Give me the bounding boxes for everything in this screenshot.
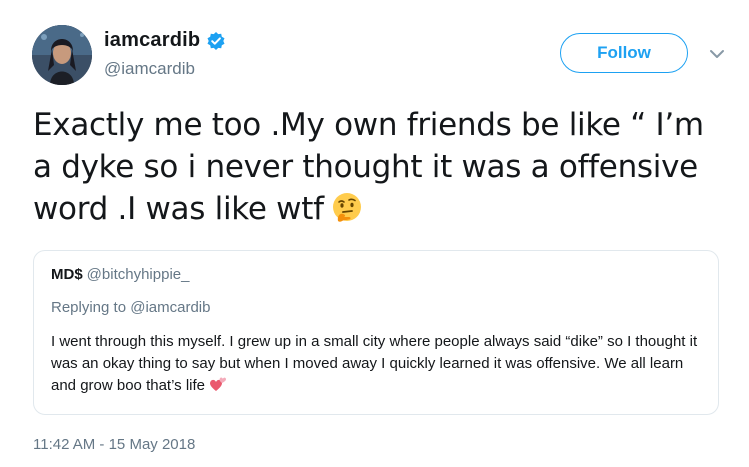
replying-to-prefix: Replying to [51, 299, 131, 316]
follow-button[interactable]: Follow [560, 33, 688, 73]
quoted-author-name: MD$ [51, 266, 83, 283]
quoted-tweet-header: MD$ @bitchyhippie_ [51, 266, 189, 283]
verified-badge-icon [206, 31, 226, 51]
quoted-tweet[interactable]: MD$ @bitchyhippie_ Replying to @iamcardib… [33, 250, 719, 415]
author-name-row: iamcardib [104, 29, 226, 52]
author-display-name[interactable]: iamcardib [104, 29, 200, 52]
chevron-down-icon[interactable] [709, 47, 725, 59]
avatar[interactable] [32, 25, 92, 85]
tweet-timestamp[interactable]: 11:42 AM - 15 May 2018 [33, 436, 195, 453]
replying-to: Replying to @iamcardib [51, 299, 210, 316]
quoted-tweet-text: I went through this myself. I grew up in… [51, 331, 711, 397]
replying-to-link[interactable]: @iamcardib [130, 299, 210, 316]
quoted-author-handle: @bitchyhippie_ [86, 266, 190, 283]
tweet-text: Exactly me too .My own friends be like “… [33, 104, 723, 230]
two-hearts-icon [209, 375, 227, 393]
thinking-face-icon [330, 191, 364, 225]
author-handle[interactable]: @iamcardib [104, 59, 195, 79]
avatar-image [32, 25, 92, 85]
quoted-tweet-text-content: I went through this myself. I grew up in… [51, 333, 698, 394]
tweet-card: iamcardib @iamcardib Follow Exactly me t… [0, 0, 749, 467]
tweet-text-content: Exactly me too .My own friends be like “… [33, 107, 704, 227]
